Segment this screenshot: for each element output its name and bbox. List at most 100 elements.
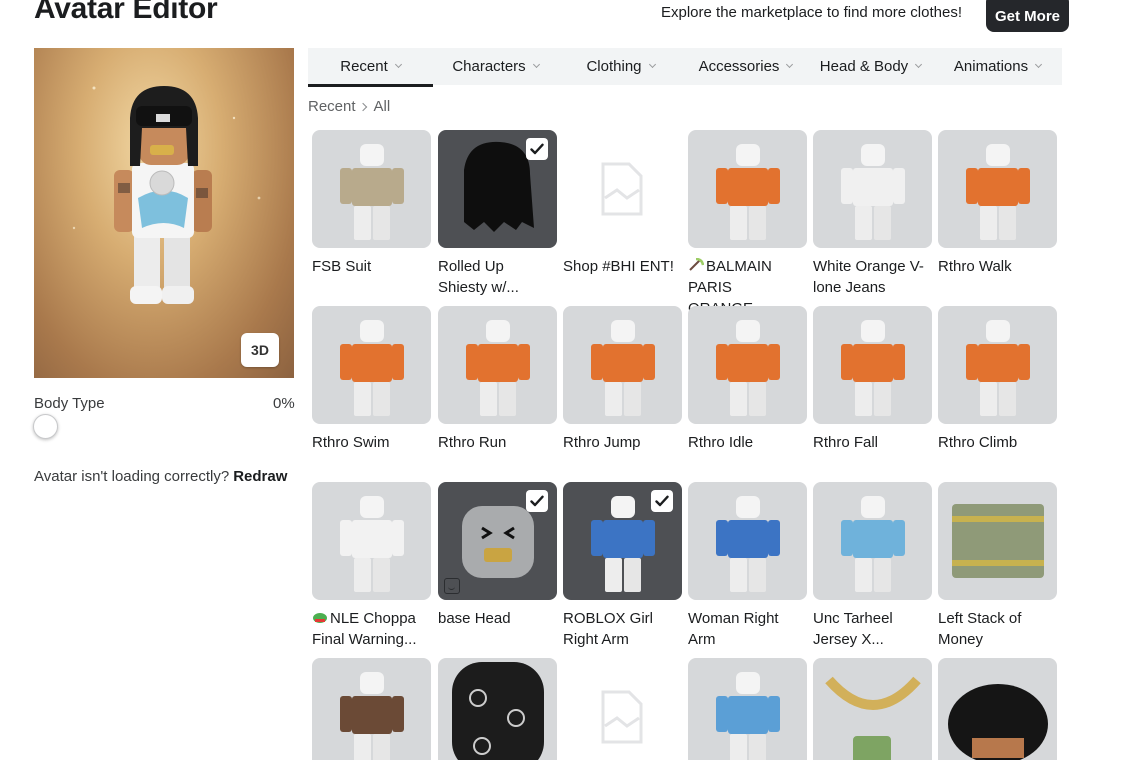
item-card[interactable]: FSB Suit (312, 130, 431, 277)
tab-accessories[interactable]: Accessories (683, 48, 808, 85)
item-card[interactable] (563, 658, 682, 760)
item-name[interactable]: Rthro Walk (938, 256, 1057, 277)
item-name[interactable]: Rthro Idle (688, 432, 807, 453)
tab-clothing[interactable]: Clothing (558, 48, 683, 85)
item-card[interactable] (938, 658, 1057, 760)
item-thumbnail[interactable] (938, 130, 1057, 248)
item-name[interactable]: Rthro Climb (938, 432, 1057, 453)
item-name[interactable]: White Orange V-lone Jeans (813, 256, 932, 298)
loading-help: Avatar isn't loading correctly? Redraw (34, 468, 287, 485)
item-thumbnail[interactable] (813, 482, 932, 600)
item-name[interactable]: Woman Right Arm (688, 608, 807, 650)
item-thumbnail[interactable] (688, 658, 807, 760)
checkmark-icon[interactable] (526, 490, 548, 512)
item-thumbnail[interactable] (563, 482, 682, 600)
item-name-line1: Rthro Climb (938, 434, 1018, 451)
item-name-line1: Unc Tarheel (813, 610, 893, 627)
item-card[interactable]: BALMAINPARIS ORANGE... (688, 130, 807, 319)
item-card[interactable] (813, 658, 932, 760)
item-name[interactable]: Shop #BHI ENT! (563, 256, 682, 277)
item-name[interactable]: FSB Suit (312, 256, 431, 277)
item-card[interactable]: White Orange V-lone Jeans (813, 130, 932, 298)
body-type-slider[interactable] (34, 425, 294, 427)
item-thumbnail[interactable] (813, 306, 932, 424)
item-thumbnail[interactable] (312, 130, 431, 248)
tab-head-body[interactable]: Head & Body (808, 48, 933, 85)
breadcrumb-current: All (373, 98, 391, 115)
item-card[interactable]: Left Stack of Money (938, 482, 1057, 650)
item-name[interactable]: ROBLOX Girl Right Arm (563, 608, 682, 650)
item-card[interactable]: Shop #BHI ENT! (563, 130, 682, 277)
item-card[interactable] (438, 658, 557, 760)
tab-characters[interactable]: Characters (433, 48, 558, 85)
item-thumbnail[interactable] (938, 306, 1057, 424)
item-card[interactable]: Rthro Walk (938, 130, 1057, 277)
avatar-preview[interactable] (34, 48, 294, 378)
item-card[interactable]: Woman Right Arm (688, 482, 807, 650)
item-thumbnail[interactable] (312, 306, 431, 424)
item-card[interactable]: Rthro Run (438, 306, 557, 453)
marketplace-promo-text: Explore the marketplace to find more clo… (661, 4, 962, 21)
item-card[interactable]: NLE Choppa Final Warning... (312, 482, 431, 650)
item-thumbnail[interactable] (438, 306, 557, 424)
tab-recent[interactable]: Recent (308, 48, 433, 87)
redraw-link[interactable]: Redraw (233, 468, 287, 485)
item-name-line2: Shiesty w/... (438, 279, 519, 296)
category-tabs: Recent Characters Clothing Accessories H… (308, 48, 1062, 87)
item-thumbnail[interactable] (688, 130, 807, 248)
chevron-right-icon (358, 102, 367, 111)
item-card[interactable]: Unc Tarheel Jersey X... (813, 482, 932, 650)
item-card[interactable]: Rolled Up Shiesty w/... (438, 130, 557, 298)
tab-label: Clothing (586, 58, 642, 75)
item-thumbnail[interactable] (563, 658, 682, 760)
item-name[interactable]: Rolled Up Shiesty w/... (438, 256, 557, 298)
item-name[interactable]: Unc Tarheel Jersey X... (813, 608, 932, 650)
item-thumbnail[interactable] (688, 306, 807, 424)
checkmark-icon[interactable] (651, 490, 673, 512)
item-name-line1: NLE Choppa (330, 610, 416, 627)
item-thumbnail[interactable] (813, 658, 932, 760)
item-name-line2: Final Warning... (312, 631, 417, 648)
item-thumbnail[interactable] (438, 130, 557, 248)
item-card[interactable]: Rthro Climb (938, 306, 1057, 453)
item-card[interactable] (688, 658, 807, 760)
item-name[interactable]: Rthro Run (438, 432, 557, 453)
item-card[interactable]: Rthro Idle (688, 306, 807, 453)
item-name-line2: Right Arm (563, 631, 629, 648)
item-thumbnail[interactable] (312, 658, 431, 760)
item-card[interactable]: Rthro Swim (312, 306, 431, 453)
item-thumbnail[interactable] (938, 658, 1057, 760)
item-thumbnail[interactable] (563, 306, 682, 424)
3d-toggle-button[interactable]: 3D (241, 333, 279, 367)
item-card[interactable] (312, 658, 431, 760)
item-name-line1: base Head (438, 610, 511, 627)
item-card[interactable]: base Head (438, 482, 557, 629)
item-name-line1: BALMAIN (706, 258, 772, 275)
item-card[interactable]: Rthro Jump (563, 306, 682, 453)
item-thumbnail[interactable] (938, 482, 1057, 600)
item-thumbnail[interactable] (438, 658, 557, 760)
item-thumbnail[interactable] (563, 130, 682, 248)
checkmark-icon[interactable] (526, 138, 548, 160)
get-more-button[interactable]: Get More (986, 0, 1069, 32)
item-name[interactable]: Left Stack of Money (938, 608, 1057, 650)
item-thumbnail[interactable] (813, 130, 932, 248)
item-name-line2: Arm (688, 631, 716, 648)
item-card[interactable]: Rthro Fall (813, 306, 932, 453)
item-name[interactable]: base Head (438, 608, 557, 629)
body-type-slider-handle[interactable] (33, 414, 58, 439)
tab-animations[interactable]: Animations (933, 48, 1062, 85)
item-name[interactable]: NLE Choppa Final Warning... (312, 608, 431, 650)
item-thumbnail[interactable] (688, 482, 807, 600)
item-thumbnail[interactable] (438, 482, 557, 600)
item-name[interactable]: Rthro Jump (563, 432, 682, 453)
item-name[interactable]: Rthro Swim (312, 432, 431, 453)
item-name[interactable]: Rthro Fall (813, 432, 932, 453)
item-name-line1: Rthro Idle (688, 434, 754, 451)
item-name-line1: Woman Right (688, 610, 779, 627)
breadcrumb-root[interactable]: Recent (308, 98, 356, 115)
item-name-line2: Jersey X... (813, 631, 884, 648)
item-card[interactable]: ROBLOX Girl Right Arm (563, 482, 682, 650)
item-thumbnail[interactable] (312, 482, 431, 600)
body-type-label: Body Type (34, 395, 105, 412)
